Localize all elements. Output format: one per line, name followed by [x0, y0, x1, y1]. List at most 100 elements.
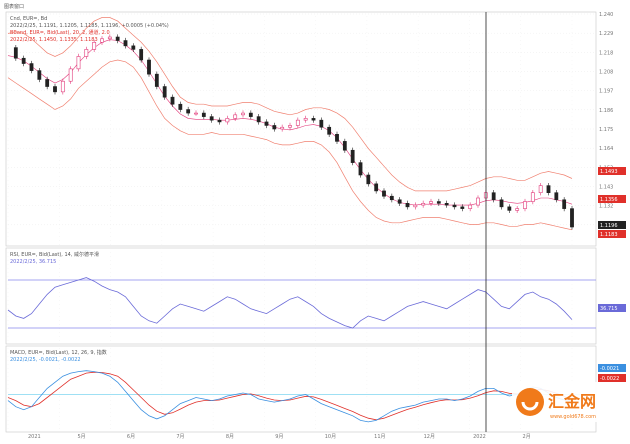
candle-body [154, 73, 159, 87]
candle-body [366, 174, 371, 185]
candle-body [452, 204, 457, 208]
candle-body [123, 40, 128, 47]
candle-body [389, 195, 394, 201]
price-tag-label: 1.1356 [600, 197, 618, 203]
candle-body [100, 38, 104, 43]
macd-tag-label: -0.0021 [600, 366, 619, 372]
watermark-text: 汇金网 [548, 392, 596, 411]
main-legend-line1: Cnd, EUR=, Bd [10, 16, 47, 22]
x-tick-label: 7月 [176, 434, 184, 440]
candle-body [147, 59, 151, 75]
watermark-url: www.gold678.com [550, 414, 596, 420]
candle-body [84, 49, 89, 57]
candle-body [241, 112, 245, 116]
candle-body [256, 116, 261, 123]
candle-body [186, 109, 191, 114]
y-tick-label: 1.229 [599, 31, 613, 37]
candle-body [295, 119, 300, 126]
candle-body [170, 96, 175, 105]
rsi-legend-line1: RSI, EUR=, Bid(Last), 14, 威尔德平滑 [10, 251, 99, 258]
y-tick-label: 1.240 [599, 12, 613, 18]
x-tick-label: 2022 [473, 434, 486, 440]
candle-body [233, 114, 238, 119]
candle-body [248, 112, 253, 117]
candle-body [444, 203, 449, 206]
main-legend-line3: BBand, EUR=, Bid(Last), 20, 2, 通道, 2.0 [10, 29, 110, 36]
watermark-icon [516, 388, 544, 416]
candle-body [436, 201, 441, 204]
candle-body [327, 126, 332, 135]
candle-body [562, 199, 567, 209]
candle-body [554, 192, 559, 201]
x-tick-label: 5月 [77, 434, 85, 440]
candle-body [194, 112, 198, 115]
candle-body [209, 116, 214, 121]
candle-body [280, 126, 285, 130]
candle-body [538, 185, 543, 193]
candle-body [131, 45, 136, 50]
candle-body [429, 201, 433, 204]
candle-body [60, 80, 65, 93]
candle-body [421, 203, 426, 206]
rsi-tag-label: 36.715 [600, 306, 618, 312]
main-legend-line4: 2022/2/25, 1.1450, 1.1335, 1.1183 [10, 37, 98, 43]
rsi-legend-line2: 2022/2/25, 36.715 [10, 259, 56, 265]
candle-body [68, 68, 73, 82]
x-tick-label: 2月 [523, 434, 531, 440]
candle-body [37, 70, 42, 80]
y-tick-label: 1.175 [599, 127, 613, 133]
candle-body [413, 204, 418, 208]
candle-body [499, 199, 504, 208]
candle-body [264, 121, 269, 126]
macd-tag-label: -0.0022 [600, 376, 619, 382]
candle-body [468, 204, 473, 209]
candle-body [476, 197, 480, 206]
candle-body [201, 112, 206, 117]
candle-body [460, 206, 465, 209]
candle-body [53, 86, 57, 93]
x-tick-label: 6月 [127, 434, 135, 440]
macd-legend-line2: 2022/2/25, -0.0021, -0.0022 [10, 357, 81, 363]
candle-body [405, 203, 410, 208]
candle-body [335, 134, 339, 142]
candle-body [397, 199, 402, 204]
y-tick-label: 1.132 [599, 204, 613, 210]
candle-body [515, 208, 520, 211]
price-tag-label: 1.1493 [600, 169, 618, 175]
candle-body [507, 206, 512, 211]
y-tick-label: 1.208 [599, 70, 613, 76]
candle-body [217, 119, 222, 123]
candle-body [107, 36, 112, 40]
chart-window: 图表窗口 1.240 1.229 1.218 1.208 1.197 1.186 1.175… [0, 0, 630, 440]
x-tick-label: 11月 [374, 434, 385, 440]
candle-body [530, 192, 535, 202]
x-tick-label: 12月 [424, 434, 435, 440]
price-tag-label: 1.1196 [600, 223, 618, 229]
candle-body [358, 162, 363, 176]
candle-body [162, 86, 167, 98]
x-tick-label: 10月 [325, 434, 336, 440]
candle-body [570, 208, 574, 228]
candle-body [288, 125, 292, 128]
candle-body [139, 49, 144, 61]
chart-canvas[interactable]: 图表窗口 1.240 1.229 1.218 1.208 1.197 1.186 1.175… [0, 0, 630, 440]
candle-body [21, 57, 26, 64]
price-tag-label: 1.1183 [600, 232, 618, 238]
candle-body [523, 201, 527, 209]
x-tick-label: 9月 [275, 434, 283, 440]
x-tick-label: 8月 [226, 434, 234, 440]
y-tick-label: 1.186 [599, 108, 613, 114]
main-legend-line2: 2022/2/25, 1.1191, 1.1205, 1.1185, 1.119… [10, 23, 169, 29]
candle-body [342, 141, 347, 151]
candle-body [546, 185, 551, 193]
chart-background [0, 0, 630, 440]
candle-body [350, 149, 355, 163]
candle-body [115, 36, 120, 41]
macd-legend-line1: MACD, EUR=, Bid(Last), 12, 26, 9, 指数 [10, 349, 107, 356]
candle-body [374, 183, 379, 192]
y-tick-label: 1.164 [599, 146, 613, 152]
y-tick-label: 1.218 [599, 50, 613, 56]
window-title: 图表窗口 [4, 3, 24, 10]
candle-body [178, 103, 183, 110]
candle-body [225, 118, 230, 123]
